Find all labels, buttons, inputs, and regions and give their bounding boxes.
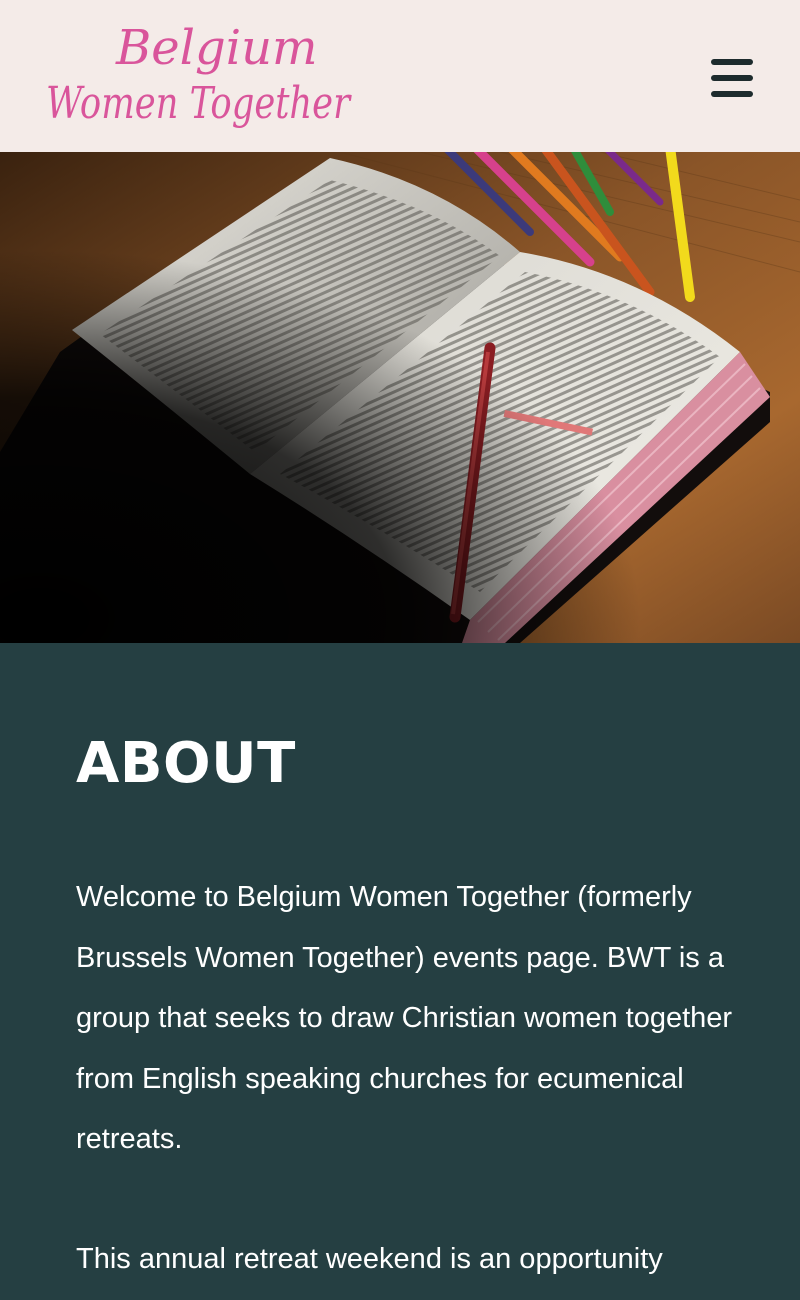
site-header: Belgium Women Together bbox=[0, 0, 800, 152]
hero-image bbox=[0, 152, 800, 643]
about-paragraph-1: Welcome to Belgium Women Together (forme… bbox=[76, 881, 733, 1155]
about-heading: ABOUT bbox=[76, 731, 296, 796]
about-section: ABOUT Welcome to Belgium Women Together … bbox=[0, 643, 800, 1300]
logo-line1: Belgium bbox=[115, 20, 318, 76]
logo-line2: Women Together bbox=[46, 78, 352, 129]
hamburger-menu-icon[interactable] bbox=[705, 55, 759, 101]
about-paragraph-2: This annual retreat weekend is an opport… bbox=[76, 1243, 663, 1275]
site-logo[interactable]: Belgium Women Together bbox=[40, 6, 360, 146]
